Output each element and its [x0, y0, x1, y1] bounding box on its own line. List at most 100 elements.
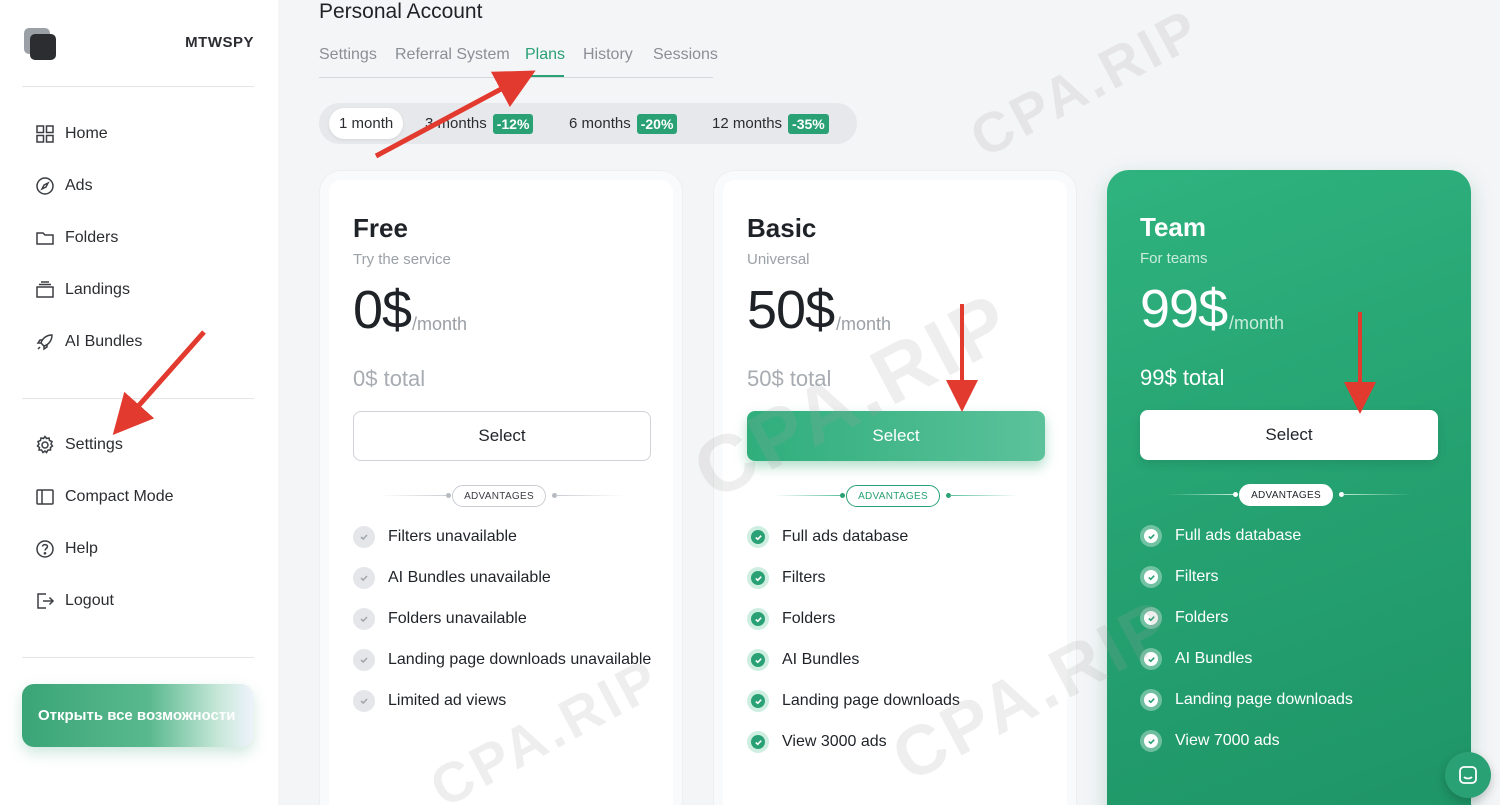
plan-price-period: /month — [836, 314, 892, 334]
sidebar-item-label: Home — [65, 125, 108, 142]
plan-name: Basic — [747, 213, 817, 243]
logo-icon — [22, 26, 58, 62]
sidebar-item-label: Landings — [65, 281, 130, 298]
advantages-divider: ADVANTAGES — [380, 485, 624, 507]
active-tab-indicator — [522, 75, 564, 77]
advantages-label: ADVANTAGES — [1239, 484, 1333, 506]
feature-item: Full ads database — [747, 526, 908, 548]
brand[interactable]: MTWSPY — [22, 24, 254, 64]
sidebar-item-help[interactable]: Help — [34, 535, 98, 563]
feature-item: View 3000 ads — [747, 731, 887, 753]
advantages-divider: ADVANTAGES — [774, 485, 1018, 507]
feature-item: View 7000 ads — [1140, 730, 1280, 752]
tab-referral-system[interactable]: Referral System — [395, 46, 510, 64]
period-option-6-months[interactable]: 6 months -20% — [569, 108, 678, 139]
check-icon — [747, 608, 769, 630]
select-plan-button[interactable]: Select — [353, 411, 651, 461]
plan-price: 0$ — [353, 280, 412, 340]
check-icon — [353, 608, 375, 630]
check-icon — [1140, 689, 1162, 711]
period-option-3-months[interactable]: 3 months -12% — [425, 108, 534, 139]
feature-item: Limited ad views — [353, 690, 506, 712]
sidebar-item-label: Ads — [65, 177, 93, 194]
sidebar-item-label: Help — [65, 540, 98, 557]
plan-price-period: /month — [1229, 313, 1285, 333]
check-icon — [353, 567, 375, 589]
select-plan-button[interactable]: Select — [1140, 410, 1438, 460]
logout-icon — [34, 590, 56, 612]
plan-subtitle: Universal — [747, 251, 810, 268]
chat-icon — [1459, 766, 1477, 784]
sidebar-item-landings[interactable]: Landings — [34, 276, 130, 304]
check-icon — [1140, 525, 1162, 547]
sidebar-item-label: Logout — [65, 592, 114, 609]
folder-icon — [34, 227, 56, 249]
check-icon — [1140, 607, 1162, 629]
period-label: 6 months — [569, 115, 631, 132]
advantages-divider: ADVANTAGES — [1167, 484, 1411, 506]
plan-price-period: /month — [412, 314, 468, 334]
check-icon — [1140, 648, 1162, 670]
brand-name: MTWSPY — [185, 34, 254, 51]
sidebar-item-folders[interactable]: Folders — [34, 224, 118, 252]
check-icon — [747, 731, 769, 753]
tab-settings[interactable]: Settings — [319, 46, 377, 64]
sidebar-item-logout[interactable]: Logout — [34, 587, 114, 615]
check-icon — [747, 649, 769, 671]
sidebar-item-label: Settings — [65, 436, 123, 453]
plan-total: 99$ total — [1140, 365, 1225, 390]
feature-item: Full ads database — [1140, 525, 1301, 547]
feature-item: Landing page downloads unavailable — [353, 649, 651, 671]
sidebar-item-label: Compact Mode — [65, 488, 174, 505]
period-option-12-months[interactable]: 12 months -35% — [712, 108, 829, 139]
check-icon — [1140, 730, 1162, 752]
sidebar-item-ads[interactable]: Ads — [34, 172, 93, 200]
check-icon — [1140, 566, 1162, 588]
check-icon — [747, 690, 769, 712]
tab-sessions[interactable]: Sessions — [653, 46, 718, 64]
plan-subtitle: For teams — [1140, 250, 1208, 267]
select-plan-button[interactable]: Select — [747, 411, 1045, 461]
sidebar-item-home[interactable]: Home — [34, 120, 108, 148]
check-icon — [353, 526, 375, 548]
sidebar: MTWSPY Home Ads Folders Landings AI Bund… — [0, 0, 278, 805]
check-icon — [747, 526, 769, 548]
plan-card-free: Free Try the service 0$ /month 0$ total … — [319, 170, 683, 805]
feature-item: Folders unavailable — [353, 608, 527, 630]
feature-item: Landing page downloads — [747, 690, 960, 712]
plan-total: 0$ total — [353, 366, 426, 391]
advantages-label: ADVANTAGES — [452, 485, 546, 507]
divider — [22, 86, 254, 87]
sidebar-item-ai-bundles[interactable]: AI Bundles — [34, 328, 142, 356]
period-option-1-month[interactable]: 1 month — [329, 108, 404, 139]
tab-plans[interactable]: Plans — [525, 46, 565, 64]
sidebar-item-compact-mode[interactable]: Compact Mode — [34, 483, 174, 511]
rocket-icon — [34, 331, 56, 353]
layers-icon — [34, 279, 56, 301]
feature-item: Folders — [747, 608, 835, 630]
compass-icon — [34, 175, 56, 197]
gear-icon — [34, 434, 56, 456]
discount-badge: -20% — [636, 113, 678, 134]
divider — [22, 398, 254, 399]
sidebar-item-settings[interactable]: Settings — [34, 431, 123, 459]
page-title: Personal Account — [319, 0, 483, 23]
plan-total: 50$ total — [747, 366, 832, 391]
feature-item: Filters — [747, 567, 826, 589]
billing-period-selector: 1 month 3 months -12% 6 months -20% 12 m… — [319, 103, 857, 144]
watermark: CPA.RIP — [959, 0, 1212, 170]
plan-card-basic: Basic Universal 50$ /month 50$ total Sel… — [713, 170, 1077, 805]
plan-name: Team — [1140, 212, 1206, 242]
feature-item: AI Bundles — [747, 649, 859, 671]
help-icon — [34, 538, 56, 560]
tab-bar: Settings Referral System Plans History S… — [319, 44, 718, 78]
tab-history[interactable]: History — [583, 46, 633, 64]
feature-item: Landing page downloads — [1140, 689, 1353, 711]
discount-badge: -35% — [788, 113, 829, 134]
unlock-all-button[interactable]: Открыть все возможности — [22, 684, 253, 747]
sidebar-item-label: AI Bundles — [65, 333, 143, 350]
feature-item: Folders — [1140, 607, 1228, 629]
plan-price: 50$ — [747, 280, 835, 340]
chat-widget-button[interactable] — [1445, 752, 1491, 798]
advantages-label: ADVANTAGES — [846, 485, 940, 507]
